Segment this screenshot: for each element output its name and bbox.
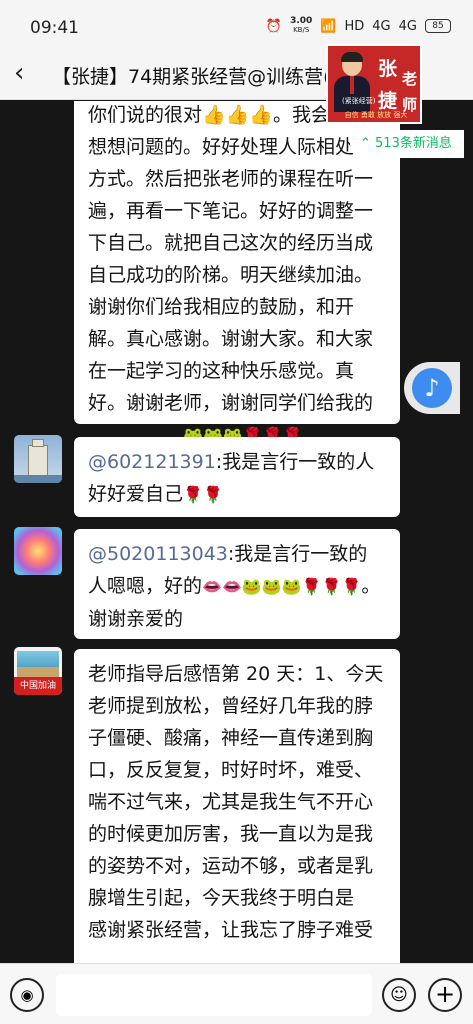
avatar-land	[17, 667, 59, 677]
person-hair	[341, 52, 363, 62]
avatar[interactable]	[14, 435, 62, 483]
wifi-icon: 📶	[320, 18, 337, 34]
network-speed: 3.00 KB/S	[290, 16, 313, 35]
signal-1: 4G	[372, 18, 391, 34]
chat-title: 【张捷】74期紧张经营@训练营(	[52, 66, 331, 88]
music-note-icon: ♪	[412, 368, 452, 408]
avatar-tower-top	[32, 439, 44, 447]
message-text-continued: 感谢紧张经营，让我忘了脖子难受	[88, 919, 374, 941]
alarm-icon: ⏰	[265, 18, 283, 34]
chat-area[interactable]: 你们说的很对👍👍👍。我会好好想想问题的。好好处理人际相处的方式。然后把张老师的课…	[0, 101, 473, 963]
promo-sub: (紧张经营)	[342, 97, 376, 105]
floating-music-button[interactable]: ♪	[404, 362, 460, 414]
promo-overlay[interactable]: 张 老 捷 师 (紧张经营) 自信 勇敢 放放 强大	[326, 44, 422, 124]
avatar-label: 中国加油	[14, 677, 62, 695]
new-messages-button[interactable]: ⌃ 513条新消息	[350, 130, 464, 158]
message-bubble[interactable]: 老师指导后感悟第 20 天：1、今天老师提到放松，曾经好几年我的脖子僵硬、酸痛，…	[74, 649, 400, 963]
more-button[interactable]: +	[428, 978, 462, 1012]
status-bar: 09:41 ⏰ 3.00 KB/S 📶 HD 4G 4G 85	[0, 0, 473, 48]
input-bar: ◉ ☺ +	[0, 963, 473, 1024]
mention[interactable]: @5020113043	[88, 543, 228, 565]
avatar-tower-shape	[28, 445, 48, 477]
battery-icon: 85	[425, 19, 451, 33]
promo-char: 张	[378, 58, 398, 80]
message-emojis: 🌹🌹	[183, 485, 223, 504]
message-emojis: 👄👄🐸🐸🐸🌹🌹🌹	[202, 577, 362, 596]
message-input[interactable]	[56, 974, 372, 1016]
back-button[interactable]: ‹	[14, 60, 38, 86]
status-time: 09:41	[30, 18, 79, 38]
message-bubble[interactable]: @5020113043:我是言行一致的人嗯嗯，好的👄👄🐸🐸🐸🌹🌹🌹。谢谢亲爱的	[74, 529, 400, 639]
message-text: 老师指导后感悟第 20 天：1、今天老师提到放松，曾经好几年我的脖子僵硬、酸痛，…	[88, 663, 384, 909]
message-bubble[interactable]: @602121391:我是言行一致的人好好爱自己🌹🌹	[74, 437, 400, 517]
avatar[interactable]: 中国加油	[14, 647, 62, 695]
promo-slogan: 自信 勇敢 放放 强大	[344, 111, 408, 119]
emoji-button[interactable]: ☺	[382, 978, 416, 1012]
promo-char: 捷	[378, 90, 398, 112]
mention[interactable]: @602121391	[88, 451, 216, 473]
voice-button[interactable]: ◉	[10, 978, 44, 1012]
person-tie	[350, 76, 354, 94]
avatar[interactable]	[14, 527, 62, 575]
avatar-sea	[14, 475, 62, 483]
promo-char: 老	[402, 70, 418, 88]
avatar-picture	[17, 651, 59, 677]
message-text: 你们说的很对👍👍👍。我会好好想想问题的。好好处理人际相处的方式。然后把张老师的课…	[88, 104, 374, 446]
status-icons: ⏰ 3.00 KB/S 📶 HD 4G 4G 85	[266, 17, 451, 35]
signal-2: 4G	[398, 18, 417, 34]
hd-label: HD	[344, 18, 365, 34]
